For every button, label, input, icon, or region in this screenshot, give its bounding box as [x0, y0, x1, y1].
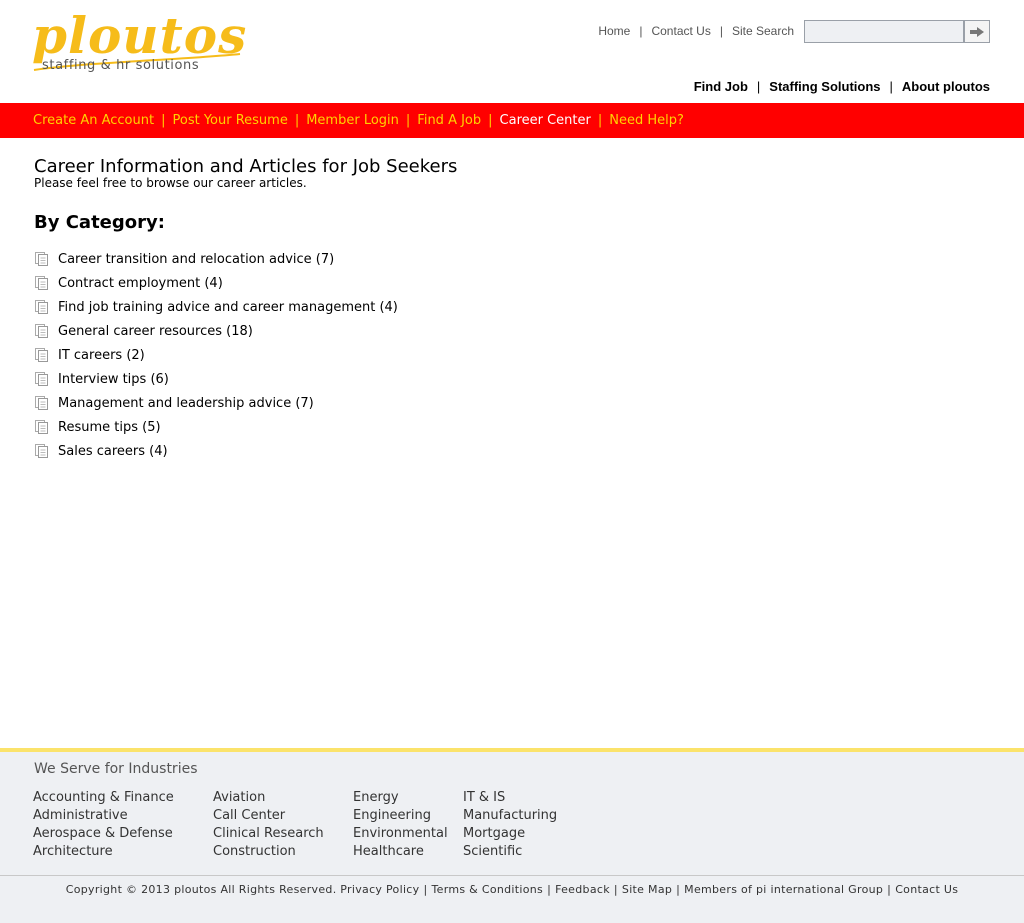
separator: |	[613, 883, 618, 896]
industries-footer: We Serve for Industries Accounting & Fin…	[0, 752, 1024, 875]
header: ploutos staffing & hr solutions Home | Con…	[0, 0, 1024, 103]
separator: |	[676, 883, 681, 896]
document-stack-icon	[34, 395, 52, 411]
logo-tagline: staffing & hr solutions	[42, 58, 200, 73]
home-link[interactable]: Home	[598, 24, 630, 38]
separator: |	[889, 79, 893, 94]
industry-column: Energy Engineering Environmental Healthcare	[353, 789, 448, 861]
separator: |	[887, 883, 892, 896]
category-item[interactable]: Sales careers (4)	[34, 439, 994, 463]
category-item[interactable]: Career transition and relocation advice …	[34, 247, 994, 271]
industry-link[interactable]: Mortgage	[463, 825, 557, 843]
industry-column: IT & IS Manufacturing Mortgage Scientific	[463, 789, 557, 861]
category-item[interactable]: Interview tips (6)	[34, 367, 994, 391]
find-job-link[interactable]: Find Job	[694, 79, 748, 94]
footer-link-members-of-pi-international-group[interactable]: Members of pi international Group	[684, 883, 883, 896]
site-search-label: Site Search	[731, 24, 794, 38]
ploutos-logo[interactable]: ploutos staffing & hr solutions	[30, 6, 280, 78]
industries-title: We Serve for Industries	[34, 761, 198, 777]
separator: |	[294, 113, 300, 128]
category-link[interactable]: IT careers (2)	[58, 348, 145, 363]
document-stack-icon	[34, 419, 52, 435]
industry-link[interactable]: Environmental	[353, 825, 448, 843]
main-content: Career Information and Articles for Job …	[34, 156, 994, 463]
industry-link[interactable]: Accounting & Finance	[33, 789, 174, 807]
staffing-solutions-link[interactable]: Staffing Solutions	[769, 79, 880, 94]
category-link[interactable]: Contract employment (4)	[58, 276, 223, 291]
search-submit-button[interactable]	[964, 20, 990, 43]
utility-nav: Home | Contact Us | Site Search	[598, 24, 794, 38]
member-nav-bar: Create An Account | Post Your Resume | Membe…	[0, 103, 1024, 138]
separator: |	[161, 113, 166, 128]
member-nav-item-find-a-job[interactable]: Find A Job	[417, 113, 481, 128]
document-stack-icon	[34, 299, 52, 315]
industry-link[interactable]: Scientific	[463, 843, 557, 861]
industry-link[interactable]: IT & IS	[463, 789, 557, 807]
copyright-bar: Copyright © 2013 ploutos All Rights Rese…	[0, 875, 1024, 923]
separator: |	[719, 24, 723, 38]
category-item[interactable]: IT careers (2)	[34, 343, 994, 367]
industry-link[interactable]: Healthcare	[353, 843, 448, 861]
copyright-notice: Copyright © 2013 ploutos All Rights Rese…	[65, 883, 337, 896]
about-ploutos-link[interactable]: About ploutos	[902, 79, 990, 94]
category-link[interactable]: Management and leadership advice (7)	[58, 396, 314, 411]
footer-link-contact-us[interactable]: Contact Us	[895, 883, 958, 896]
document-stack-icon	[34, 347, 52, 363]
member-nav-item-member-login[interactable]: Member Login	[306, 113, 399, 128]
industry-link[interactable]: Administrative	[33, 807, 174, 825]
member-nav-items: Create An Account | Post Your Resume | Membe…	[33, 113, 684, 128]
industry-link[interactable]: Architecture	[33, 843, 174, 861]
category-link[interactable]: Find job training advice and career mana…	[58, 300, 398, 315]
document-stack-icon	[34, 323, 52, 339]
industry-link[interactable]: Manufacturing	[463, 807, 557, 825]
category-item[interactable]: Contract employment (4)	[34, 271, 994, 295]
separator: |	[639, 24, 643, 38]
industry-column: Aviation Call Center Clinical Research Cons…	[213, 789, 324, 861]
category-link[interactable]: General career resources (18)	[58, 324, 253, 339]
category-link[interactable]: Interview tips (6)	[58, 372, 169, 387]
category-heading: By Category:	[34, 212, 165, 233]
document-stack-icon	[34, 443, 52, 459]
category-list: Career transition and relocation advice …	[34, 247, 994, 463]
industry-link[interactable]: Call Center	[213, 807, 324, 825]
footer-link-site-map[interactable]: Site Map	[622, 883, 672, 896]
separator: |	[423, 883, 428, 896]
document-stack-icon	[34, 275, 52, 291]
page-title: Career Information and Articles for Job …	[34, 156, 458, 177]
footer-link-terms-conditions[interactable]: Terms & Conditions	[431, 883, 543, 896]
industry-link[interactable]: Energy	[353, 789, 448, 807]
main-nav: Find Job | Staffing Solutions | About plouto…	[694, 79, 990, 94]
document-stack-icon	[34, 251, 52, 267]
industry-column: Accounting & Finance Administrative Aerosp…	[33, 789, 174, 861]
contact-us-link[interactable]: Contact Us	[651, 24, 710, 38]
site-search-input[interactable]	[804, 20, 964, 43]
industry-link[interactable]: Construction	[213, 843, 324, 861]
category-item[interactable]: Find job training advice and career mana…	[34, 295, 994, 319]
separator: |	[488, 113, 493, 128]
arrow-right-icon	[970, 26, 984, 37]
separator: |	[547, 883, 552, 896]
copyright-text: Copyright © 2013 ploutos All Rights Rese…	[0, 883, 1024, 896]
category-item[interactable]: Resume tips (5)	[34, 415, 994, 439]
footer-link-privacy-policy[interactable]: Privacy Policy	[340, 883, 419, 896]
footer-link-feedback[interactable]: Feedback	[555, 883, 610, 896]
page-subtitle: Please feel free to browse our career ar…	[34, 176, 307, 190]
category-item[interactable]: Management and leadership advice (7)	[34, 391, 994, 415]
category-link[interactable]: Sales careers (4)	[58, 444, 168, 459]
category-link[interactable]: Resume tips (5)	[58, 420, 161, 435]
industry-link[interactable]: Aviation	[213, 789, 324, 807]
industry-link[interactable]: Clinical Research	[213, 825, 324, 843]
category-link[interactable]: Career transition and relocation advice …	[58, 252, 334, 267]
separator: |	[756, 79, 761, 94]
separator: |	[405, 113, 411, 128]
member-nav-item-career-center[interactable]: Career Center	[500, 113, 591, 128]
member-nav-item-need-help[interactable]: Need Help?	[609, 113, 684, 128]
document-stack-icon	[34, 371, 52, 387]
industry-link[interactable]: Aerospace & Defense	[33, 825, 174, 843]
member-nav-item-create-an-account[interactable]: Create An Account	[33, 113, 154, 128]
separator: |	[597, 113, 603, 128]
member-nav-item-post-your-resume[interactable]: Post Your Resume	[172, 113, 287, 128]
category-item[interactable]: General career resources (18)	[34, 319, 994, 343]
industry-link[interactable]: Engineering	[353, 807, 448, 825]
